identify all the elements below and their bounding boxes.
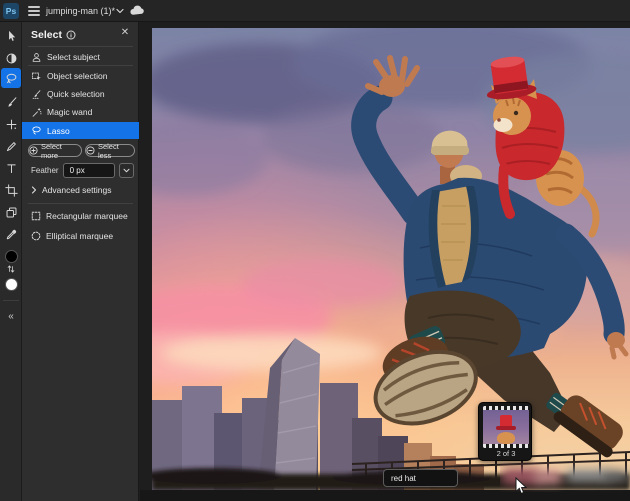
white-color-swatch: [4, 277, 18, 291]
quick-selection-tool-button[interactable]: [0, 114, 22, 134]
plus-circle-icon: [29, 146, 38, 155]
quick-selection-label: Quick selection: [47, 89, 105, 99]
photoshop-logo[interactable]: Ps: [3, 3, 19, 19]
photoshop-web-window: Ps jumping-man (1)* « Select ✕ Select su…: [0, 0, 630, 501]
double-chevron-left-icon: «: [8, 310, 14, 322]
type-icon: [6, 163, 16, 173]
eyedropper-icon: [6, 229, 16, 239]
rectangular-marquee-label: Rectangular marquee: [46, 211, 128, 221]
object-selection-item[interactable]: Object selection: [22, 68, 139, 84]
brush-tool-button[interactable]: [0, 92, 22, 112]
select-subject-label: Select subject: [47, 52, 100, 62]
crop-icon: [4, 183, 18, 197]
rectangular-marquee-item[interactable]: Rectangular marquee: [22, 209, 139, 223]
background-color-swatch[interactable]: [0, 274, 22, 294]
clone-tool-button[interactable]: [0, 202, 22, 222]
select-more-label: Select more: [41, 141, 62, 160]
swap-arrows-icon: [7, 265, 15, 273]
magic-wand-icon: [32, 107, 42, 117]
pencil-icon: [6, 141, 16, 151]
select-panel: Select ✕ Select subject Object selection…: [22, 22, 139, 501]
select-less-label: Select less: [97, 141, 119, 160]
object-selection-label: Object selection: [47, 71, 108, 81]
dashed-circle-icon: [31, 231, 41, 241]
crop-tool-button[interactable]: [0, 180, 22, 200]
elliptical-marquee-label: Elliptical marquee: [46, 231, 114, 241]
panel-divider: [28, 203, 133, 204]
canvas-area: [140, 22, 630, 501]
feather-row: Feather: [22, 162, 139, 178]
feather-dropdown-button[interactable]: [118, 162, 134, 178]
filmstrip-sprockets: [483, 406, 529, 410]
lasso-tool-button[interactable]: [1, 68, 21, 88]
chevron-right-icon: [31, 186, 37, 194]
variation-counter: 2 of 3: [496, 449, 516, 458]
half-circle-icon: [6, 53, 16, 63]
pencil-tool-button[interactable]: [0, 136, 22, 156]
mini-red-hat-brim: [496, 426, 516, 430]
lasso-icon: [32, 126, 41, 135]
move-tool-button[interactable]: [0, 26, 22, 46]
chevron-down-icon: [123, 168, 130, 172]
quick-selection-item[interactable]: Quick selection: [22, 86, 139, 102]
panel-divider: [28, 65, 133, 66]
panel-title: Select: [31, 29, 62, 41]
layers-icon: [6, 207, 16, 217]
move-cursor-icon: [8, 30, 15, 41]
chevron-down-icon[interactable]: [116, 8, 124, 14]
lasso-item-active[interactable]: Lasso: [22, 122, 139, 139]
black-color-swatch: [4, 249, 18, 263]
type-tool-button[interactable]: [0, 158, 22, 178]
photo-jumping-man-with-cat: [152, 28, 630, 490]
eyedropper-tool-button[interactable]: [0, 224, 22, 244]
top-bar: Ps jumping-man (1)*: [0, 0, 630, 22]
lasso-icon: [6, 73, 16, 83]
feather-label: Feather: [31, 165, 59, 175]
quick-selection-icon: [32, 89, 41, 99]
advanced-settings-label: Advanced settings: [42, 185, 112, 195]
adjust-tool-button[interactable]: [0, 48, 22, 68]
tool-bar: «: [0, 22, 22, 501]
close-icon[interactable]: ✕: [118, 26, 132, 40]
filmstrip-sprockets: [483, 444, 529, 448]
advanced-settings-toggle[interactable]: Advanced settings: [22, 183, 139, 197]
select-less-button[interactable]: Select less: [85, 141, 135, 160]
mouse-cursor: [515, 477, 528, 495]
toolbar-divider: [3, 300, 19, 301]
select-subject-button[interactable]: Select subject: [22, 49, 139, 65]
variation-thumbnail[interactable]: [483, 406, 529, 448]
panel-divider: [28, 46, 133, 47]
brush-icon: [7, 96, 16, 107]
select-more-button[interactable]: Select more: [28, 141, 82, 160]
mini-cat-head: [497, 432, 515, 444]
info-icon[interactable]: [66, 30, 76, 40]
document-title[interactable]: jumping-man (1)*: [46, 0, 115, 22]
elliptical-marquee-item[interactable]: Elliptical marquee: [22, 229, 139, 243]
prompt-input[interactable]: [383, 469, 458, 487]
dashed-square-icon: [31, 211, 41, 221]
person-icon: [32, 52, 41, 62]
object-selection-icon: [31, 72, 41, 80]
magic-wand-item[interactable]: Magic wand: [22, 104, 139, 120]
magic-wand-label: Magic wand: [47, 107, 93, 117]
photo-canvas[interactable]: [152, 28, 630, 490]
hamburger-menu-icon[interactable]: [28, 6, 40, 16]
cloud-sync-icon[interactable]: [129, 4, 144, 17]
minus-circle-icon: [86, 146, 95, 155]
lasso-label: Lasso: [47, 125, 70, 136]
selection-crosshair-icon: [6, 119, 16, 129]
variations-card[interactable]: 2 of 3: [478, 402, 532, 461]
collapse-toolbar-button[interactable]: «: [0, 306, 22, 326]
feather-input[interactable]: [62, 162, 115, 178]
